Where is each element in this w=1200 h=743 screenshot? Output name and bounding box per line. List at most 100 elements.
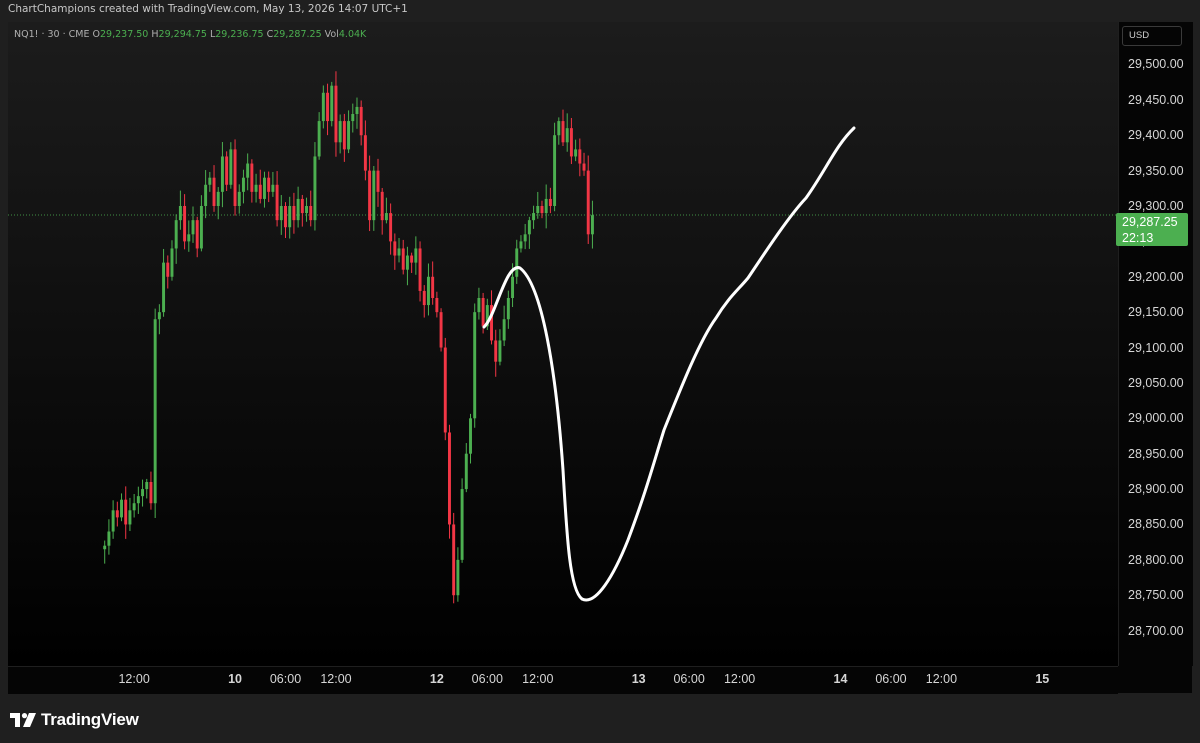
candle: [565, 113, 569, 152]
candle-body: [157, 312, 161, 320]
candle: [452, 512, 456, 604]
candle-body: [288, 206, 292, 228]
symbol-legend: NQ1! · 30 · CME O29,237.50 H29,294.75 L2…: [14, 29, 366, 40]
candle: [120, 493, 123, 522]
price-tick-label: 29,300.00: [1128, 199, 1184, 213]
candle-body: [376, 170, 380, 192]
price-tick-label: 29,050.00: [1128, 375, 1184, 390]
candle: [195, 216, 199, 258]
candle-body: [548, 198, 552, 206]
last-price-tag: 29,287.25 22:13: [1116, 213, 1188, 246]
candle-body: [136, 496, 140, 504]
candle-body: [405, 255, 409, 270]
candle: [132, 493, 136, 518]
candle: [107, 519, 111, 555]
candle: [519, 235, 523, 253]
candle: [342, 113, 346, 162]
candle: [271, 171, 275, 197]
tradingview-logo[interactable]: TradingView: [10, 709, 139, 731]
time-tick-label: 12:00: [723, 672, 756, 686]
candle-body: [330, 85, 334, 122]
candle: [574, 139, 578, 162]
candle: [460, 478, 464, 563]
candle: [372, 166, 376, 231]
candle-body: [473, 312, 477, 419]
candle: [309, 190, 313, 227]
candle: [426, 263, 430, 316]
candle: [540, 200, 544, 219]
candle-body: [582, 163, 586, 171]
candle: [128, 497, 132, 532]
candle-body: [309, 206, 313, 221]
candle-body: [565, 128, 569, 143]
candle: [300, 194, 304, 227]
candle-body: [372, 170, 376, 221]
candle-body: [321, 92, 325, 122]
candle: [376, 158, 380, 207]
candle: [548, 187, 552, 214]
price-tick-label: 29,150.00: [1128, 305, 1184, 320]
time-tick-label: 06:00: [269, 672, 302, 686]
candle: [145, 478, 149, 499]
candle-body: [359, 106, 363, 136]
candle-body: [338, 121, 342, 143]
candle: [258, 169, 262, 204]
candle: [187, 220, 191, 252]
candle: [355, 97, 359, 129]
candle-body: [519, 241, 523, 249]
candle-body: [410, 255, 414, 263]
currency-button[interactable]: USD: [1122, 26, 1182, 46]
candle-body: [477, 298, 481, 313]
candle-body: [532, 213, 536, 221]
candle: [321, 85, 325, 129]
candle: [162, 248, 166, 317]
candle-body: [456, 559, 460, 596]
candle: [178, 190, 182, 230]
candle-body: [380, 191, 384, 221]
candle: [380, 187, 384, 235]
hand-drawn-projection-line[interactable]: [482, 126, 856, 602]
candle: [553, 122, 557, 212]
candle: [313, 142, 317, 231]
candle: [469, 413, 472, 464]
candle-body: [229, 149, 233, 185]
candle: [527, 216, 531, 249]
candle: [494, 329, 498, 377]
candle-body: [414, 248, 418, 263]
time-tick-label: 14: [833, 672, 848, 686]
candle: [305, 197, 308, 222]
candle-body: [120, 499, 123, 518]
candle: [502, 305, 506, 347]
candle-body: [128, 510, 132, 525]
candle: [233, 139, 237, 216]
candle-body: [426, 276, 430, 306]
candle: [561, 109, 565, 146]
candle: [557, 117, 561, 145]
candle: [191, 206, 195, 243]
candle-body: [149, 482, 153, 504]
candle-body: [284, 206, 287, 228]
legend-volume-label: Vol: [324, 29, 339, 40]
candle-body: [326, 92, 330, 122]
candle: [590, 200, 594, 249]
candle: [225, 151, 229, 192]
candle-body: [431, 276, 435, 298]
candle-body: [418, 248, 422, 291]
candle-body: [296, 198, 300, 221]
candle: [263, 171, 266, 208]
candle-body: [305, 206, 308, 214]
candle: [443, 337, 447, 441]
candle-body: [401, 248, 405, 270]
candle-body: [347, 121, 351, 150]
candle-body: [342, 121, 346, 150]
legend-symbol: NQ1! · 30 · CME: [14, 29, 90, 40]
candle-body: [162, 262, 166, 313]
candle-body: [216, 191, 220, 206]
candle: [284, 202, 287, 238]
candle-body: [292, 206, 296, 221]
candle: [292, 192, 296, 234]
candle: [330, 81, 334, 127]
candle-body: [132, 503, 136, 511]
candle: [532, 205, 536, 229]
candle-body: [368, 170, 372, 221]
